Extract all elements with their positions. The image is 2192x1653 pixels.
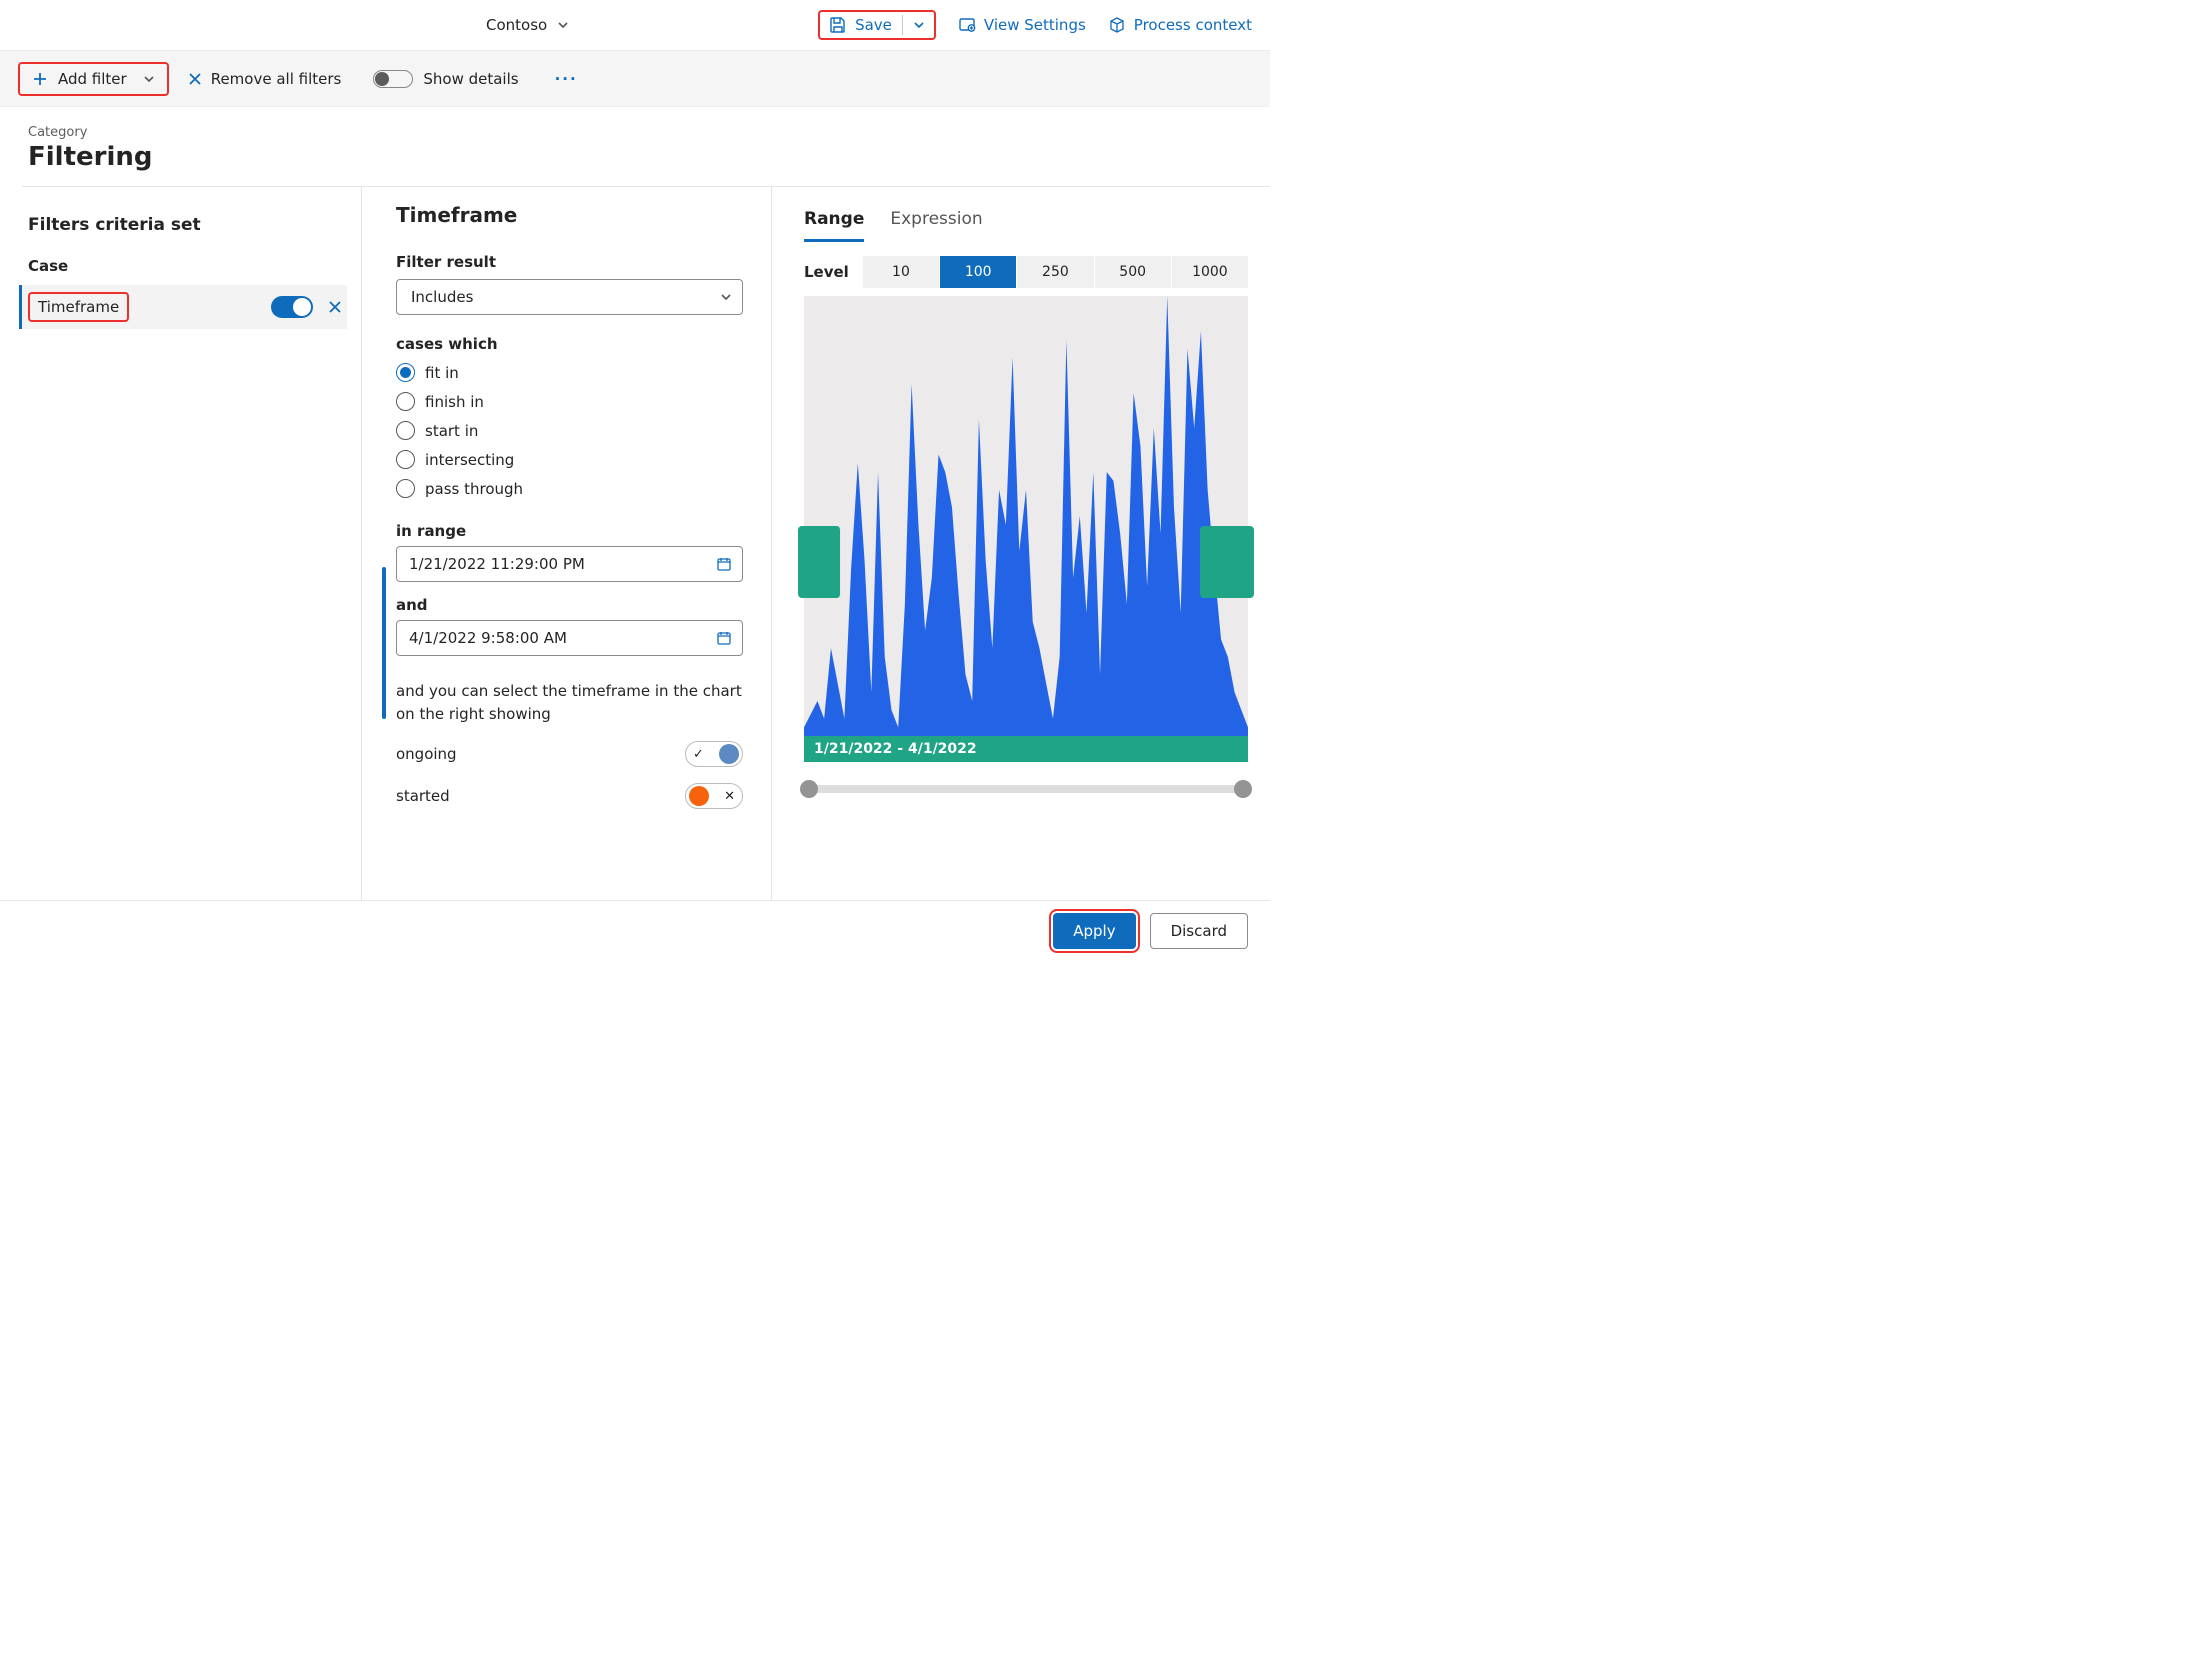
- save-icon: [829, 16, 847, 34]
- slider-thumb-right[interactable]: [1234, 780, 1252, 798]
- level-500[interactable]: 500: [1094, 256, 1171, 288]
- process-picker[interactable]: Contoso: [480, 12, 575, 38]
- level-100[interactable]: 100: [939, 256, 1016, 288]
- calendar-icon: [716, 556, 732, 572]
- add-filter-button[interactable]: Add filter: [18, 62, 169, 96]
- close-icon: [187, 71, 203, 87]
- range-end-input[interactable]: 4/1/2022 9:58:00 AM: [396, 620, 743, 656]
- level-10[interactable]: 10: [863, 256, 939, 288]
- section-rail: [382, 567, 386, 719]
- radio-icon: [396, 450, 415, 469]
- cube-icon: [1108, 16, 1126, 34]
- show-details-toggle[interactable]: [373, 70, 413, 88]
- level-250[interactable]: 250: [1016, 256, 1093, 288]
- discard-button[interactable]: Discard: [1150, 913, 1248, 949]
- tab-range[interactable]: Range: [804, 203, 864, 242]
- slider-thumb-left[interactable]: [800, 780, 818, 798]
- process-context-button[interactable]: Process context: [1108, 16, 1252, 34]
- criteria-title: Filters criteria set: [28, 215, 347, 235]
- radio-finish-in[interactable]: finish in: [396, 392, 743, 411]
- range-handle-right[interactable]: [1200, 526, 1254, 598]
- category-eyebrow: Category: [28, 125, 1270, 140]
- filter-enabled-toggle[interactable]: [271, 296, 313, 318]
- and-label: and: [396, 596, 743, 614]
- radio-icon: [396, 479, 415, 498]
- ongoing-toggle[interactable]: ✓: [685, 741, 743, 767]
- range-chart[interactable]: 1/21/2022 - 4/1/2022: [804, 296, 1248, 796]
- chart-caption: 1/21/2022 - 4/1/2022: [804, 736, 1248, 762]
- tab-expression[interactable]: Expression: [890, 203, 982, 242]
- tabs: Range Expression: [804, 203, 1248, 242]
- calendar-icon: [716, 630, 732, 646]
- filter-editor-pane: Timeframe Filter result Includes cases w…: [362, 187, 772, 960]
- top-header: Contoso Save View Settings Process conte…: [0, 0, 1270, 51]
- page-header: Category Filtering: [0, 107, 1270, 186]
- plus-icon: [32, 71, 48, 87]
- chevron-down-icon: [557, 19, 569, 31]
- view-settings-icon: [958, 16, 976, 34]
- started-label: started: [396, 787, 450, 805]
- filter-name: Timeframe: [28, 292, 129, 322]
- range-start-input[interactable]: 1/21/2022 11:29:00 PM: [396, 546, 743, 582]
- radio-intersecting[interactable]: intersecting: [396, 450, 743, 469]
- save-label: Save: [855, 16, 892, 34]
- filter-row-timeframe[interactable]: Timeframe: [19, 285, 347, 329]
- radio-start-in[interactable]: start in: [396, 421, 743, 440]
- show-details-label: Show details: [423, 70, 518, 88]
- save-split-button[interactable]: Save: [818, 10, 936, 40]
- chevron-down-icon: [720, 291, 732, 303]
- cases-which-label: cases which: [396, 335, 743, 353]
- apply-button[interactable]: Apply: [1053, 913, 1135, 949]
- radio-fit-in[interactable]: fit in: [396, 363, 743, 382]
- radio-pass-through[interactable]: pass through: [396, 479, 743, 498]
- remove-all-filters-button[interactable]: Remove all filters: [187, 70, 342, 88]
- process-name: Contoso: [486, 16, 547, 34]
- filters-criteria-pane: Filters criteria set Case Timeframe: [0, 187, 362, 960]
- chevron-down-icon: [143, 73, 155, 85]
- level-label: Level: [804, 263, 849, 281]
- overflow-menu[interactable]: ···: [555, 70, 578, 88]
- level-1000[interactable]: 1000: [1171, 256, 1248, 288]
- page-title: Filtering: [28, 142, 1270, 172]
- filter-result-select[interactable]: Includes: [396, 279, 743, 315]
- range-slider[interactable]: [804, 782, 1248, 796]
- criteria-group-label: Case: [28, 257, 347, 275]
- chart-pane: Range Expression Level 10 100 250 500 10…: [772, 187, 1270, 960]
- editor-title: Timeframe: [396, 203, 743, 227]
- range-handle-left[interactable]: [798, 526, 841, 598]
- in-range-label: in range: [396, 522, 743, 540]
- close-icon: ✕: [724, 789, 735, 804]
- command-bar: Add filter Remove all filters Show detai…: [0, 51, 1270, 107]
- radio-icon: [396, 392, 415, 411]
- ongoing-label: ongoing: [396, 745, 457, 763]
- close-icon: [327, 299, 343, 315]
- cases-which-radio-group: fit in finish in start in intersecting p…: [396, 363, 743, 498]
- view-settings-button[interactable]: View Settings: [958, 16, 1086, 34]
- level-segmented: 10 100 250 500 1000: [863, 256, 1248, 288]
- filter-result-label: Filter result: [396, 253, 743, 271]
- split-divider: [902, 15, 903, 35]
- chart-svg: [804, 296, 1248, 762]
- radio-icon: [396, 363, 415, 382]
- footer: Apply Discard: [0, 900, 1270, 960]
- started-toggle[interactable]: ✕: [685, 783, 743, 809]
- save-button[interactable]: Save: [829, 16, 892, 34]
- check-icon: ✓: [693, 747, 704, 762]
- remove-filter-button[interactable]: [327, 299, 343, 315]
- help-text: and you can select the timeframe in the …: [396, 680, 743, 725]
- chevron-down-icon[interactable]: [913, 19, 925, 31]
- radio-icon: [396, 421, 415, 440]
